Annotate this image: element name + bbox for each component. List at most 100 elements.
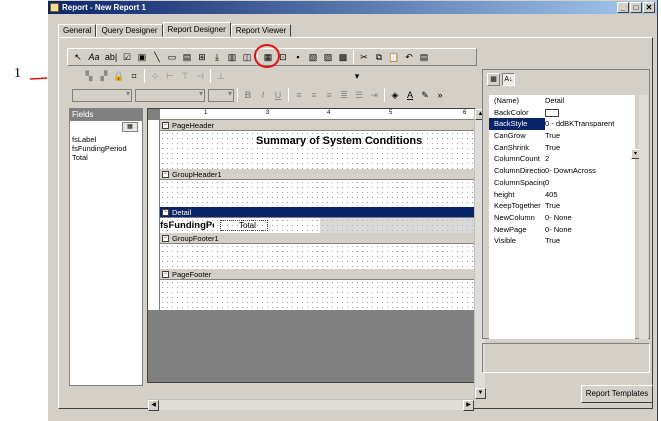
ole-tool-icon[interactable]: ◫ — [240, 50, 254, 64]
scroll-left-icon[interactable]: ◀ — [148, 400, 159, 411]
collapse-icon[interactable]: − — [162, 271, 169, 278]
tab-query-designer[interactable]: Query Designer — [96, 24, 163, 37]
align-left-icon[interactable]: ⊢ — [163, 69, 177, 83]
bring-to-front-icon[interactable]: ▚ — [82, 69, 96, 83]
group-header-band[interactable]: − GroupHeader1 — [160, 169, 474, 180]
group-footer-band[interactable]: − GroupFooter1 — [160, 233, 474, 244]
align-center-icon[interactable]: ⊤ — [178, 69, 192, 83]
maximize-button[interactable]: □ — [630, 2, 642, 13]
group-footer-section[interactable] — [160, 244, 474, 269]
report-templates-button[interactable]: Report Templates — [581, 385, 653, 403]
subreport-tool-icon[interactable]: ⊞ — [195, 50, 209, 64]
page-header-band[interactable]: − PageHeader — [160, 120, 474, 131]
field-item[interactable]: fsFundingPeriod — [72, 144, 140, 153]
text-align-right-icon[interactable]: ≡ — [322, 88, 336, 102]
property-row[interactable]: Visible True — [489, 235, 635, 247]
pagebreak-tool-icon[interactable]: ⤓ — [210, 50, 224, 64]
font-name-combo[interactable] — [135, 88, 205, 102]
collapse-icon[interactable]: − — [162, 122, 169, 129]
property-row[interactable]: CanGrow True — [489, 130, 635, 142]
tab-general[interactable]: General — [58, 24, 97, 37]
text-justify-icon[interactable]: ≣ — [337, 88, 351, 102]
collapse-icon[interactable]: − — [162, 235, 169, 242]
undo-icon[interactable]: ↶ — [402, 50, 416, 64]
scroll-down-icon[interactable]: ▼ — [475, 388, 486, 399]
properties-scrollbar[interactable] — [639, 95, 648, 339]
pointer-tool-icon[interactable]: ↖ — [71, 50, 85, 64]
page-footer-band[interactable]: − PageFooter — [160, 269, 474, 280]
toolbar-dropdown-icon[interactable]: ▾ — [350, 69, 364, 83]
property-row[interactable]: height 405 — [489, 189, 635, 201]
more-options-icon[interactable]: » — [433, 88, 447, 102]
tab-report-viewer[interactable]: Report Viewer — [230, 24, 292, 37]
save-icon[interactable]: ▪ — [291, 50, 305, 64]
underline-icon[interactable]: U — [271, 88, 285, 102]
collapse-icon[interactable]: − — [162, 171, 169, 178]
fill-color-icon[interactable]: ◈ — [388, 88, 402, 102]
snap-grid-icon[interactable]: ⌗ — [127, 69, 141, 83]
close-button[interactable]: ✕ — [643, 2, 655, 13]
text-align-center-icon[interactable]: ≡ — [307, 88, 321, 102]
font-size-combo[interactable] — [208, 88, 234, 102]
align-right-icon[interactable]: ⊣ — [193, 69, 207, 83]
page-footer-section[interactable] — [160, 280, 474, 310]
backcolor-swatch[interactable] — [545, 108, 559, 117]
scroll-right-icon[interactable]: ▶ — [463, 400, 474, 411]
picture-tool-icon[interactable]: ▣ — [135, 50, 149, 64]
property-row[interactable]: NewPage 0- None — [489, 224, 635, 236]
property-row[interactable]: CanShrink True — [489, 142, 635, 154]
text-align-left-icon[interactable]: ≡ — [292, 88, 306, 102]
property-row-selected[interactable]: BackStyle 0 - ddBKTransparent — [489, 118, 635, 131]
style-combo[interactable] — [72, 88, 132, 102]
bold-icon[interactable]: B — [241, 88, 255, 102]
group-header-section[interactable] — [160, 180, 474, 207]
copy-icon[interactable]: ⧉ — [372, 50, 386, 64]
fields-list-icon[interactable]: ▩ — [336, 50, 350, 64]
italic-icon[interactable]: I — [256, 88, 270, 102]
tab-report-designer[interactable]: Report Designer — [162, 22, 231, 37]
line-color-icon[interactable]: ✎ — [418, 88, 432, 102]
label-tool-icon[interactable]: Aa — [86, 50, 102, 64]
alphabetical-view-icon[interactable]: A↓ — [502, 72, 515, 86]
paste-icon[interactable]: 📋 — [387, 50, 401, 64]
indent-icon[interactable]: ⇥ — [367, 88, 381, 102]
collapse-icon[interactable]: − — [162, 209, 169, 216]
funding-period-field[interactable]: fsFundingPe — [160, 220, 214, 232]
richtext-tool-icon[interactable]: ▤ — [180, 50, 194, 64]
field-item[interactable]: fsLabel — [72, 135, 140, 144]
size-icon[interactable]: ⊥ — [214, 69, 228, 83]
preview-icon[interactable]: ▤ — [417, 50, 431, 64]
checkbox-tool-icon[interactable]: ☑ — [120, 50, 134, 64]
textbox-tool-icon[interactable]: ab| — [103, 50, 119, 64]
property-row[interactable]: KeepTogether True — [489, 200, 635, 212]
bullets-icon[interactable]: ☰ — [352, 88, 366, 102]
shape-tool-icon[interactable]: ▭ — [165, 50, 179, 64]
band-label: PageHeader — [172, 121, 215, 130]
field-item[interactable]: Total — [72, 153, 140, 162]
font-color-icon[interactable]: A — [403, 88, 417, 102]
property-row[interactable]: NewColumn 0- None — [489, 212, 635, 224]
send-to-back-icon[interactable]: ▞ — [97, 69, 111, 83]
minimize-button[interactable]: _ — [617, 2, 629, 13]
barcode-tool-icon[interactable]: ▥ — [225, 50, 239, 64]
cut-icon[interactable]: ✂ — [357, 50, 371, 64]
property-row[interactable]: ColumnCount 2 — [489, 153, 635, 165]
group-icon[interactable]: ▨ — [321, 50, 335, 64]
fields-toolbar-button[interactable]: ▦ — [122, 122, 138, 132]
ruler-mark: 4 — [327, 110, 331, 116]
property-row[interactable]: ColumnDirectio 0- DownAcross — [489, 165, 635, 177]
property-row[interactable]: (Name) Detail — [489, 95, 635, 107]
property-row[interactable]: BackColor — [489, 107, 635, 119]
page-header-section[interactable]: Summary of System Conditions — [160, 131, 474, 169]
total-field[interactable]: Total — [220, 220, 268, 231]
report-title-label[interactable]: Summary of System Conditions — [256, 135, 422, 147]
detail-section[interactable]: fsFundingPe Total — [160, 218, 474, 233]
categorized-view-icon[interactable]: ▦ — [487, 72, 500, 86]
line-tool-icon[interactable]: ╲ — [150, 50, 164, 64]
align-grid-icon[interactable]: ⊹ — [148, 69, 162, 83]
report-settings-icon[interactable]: ▧ — [306, 50, 320, 64]
detail-band[interactable]: − Detail — [160, 207, 474, 218]
horizontal-scrollbar[interactable]: ◀ ▶ — [148, 399, 474, 411]
lock-icon[interactable]: 🔒 — [112, 69, 126, 83]
property-row[interactable]: ColumnSpacing 0 — [489, 177, 635, 189]
